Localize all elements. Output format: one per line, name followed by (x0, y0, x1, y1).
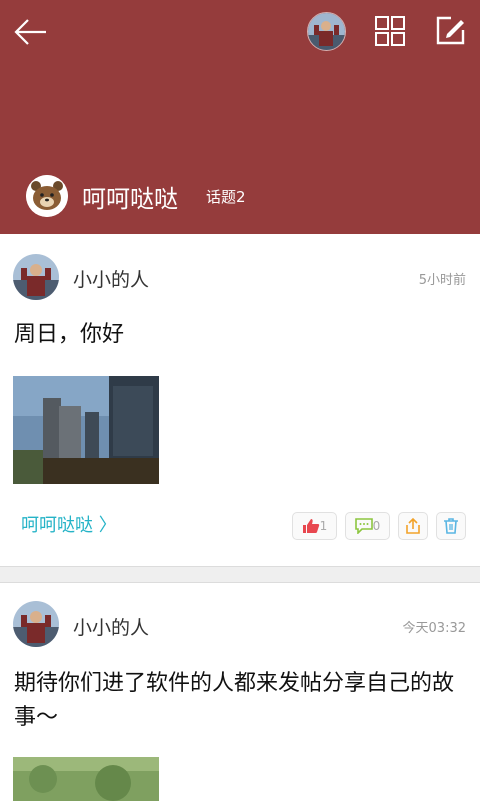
post-photo[interactable] (13, 376, 159, 484)
back-arrow-icon[interactable] (10, 14, 50, 50)
delete-button[interactable] (436, 512, 466, 540)
grid-icon[interactable] (373, 14, 407, 48)
group-tag-link[interactable]: 呵呵哒哒 〉 (21, 511, 117, 537)
topic-count: 话题2 (206, 187, 246, 206)
group-info: 呵呵哒哒 话题2 (26, 174, 246, 218)
comment-count: 0 (372, 519, 381, 533)
post-card[interactable]: 小小的人 5小时前 周日，你好 呵呵哒哒 〉 1 0 (0, 234, 480, 567)
post-username[interactable]: 小小的人 (73, 265, 149, 292)
post-avatar[interactable] (13, 254, 59, 300)
comment-icon (354, 518, 373, 534)
share-button[interactable] (398, 512, 428, 540)
thumbs-up-icon (302, 519, 319, 533)
post-text: 期待你们进了软件的人都来发帖分享自己的故事～ (14, 671, 455, 730)
group-bear-avatar (26, 175, 68, 217)
post-avatar[interactable] (13, 601, 59, 647)
post-photo[interactable] (13, 757, 159, 801)
like-count: 1 (319, 519, 328, 533)
group-header: 呵呵哒哒 话题2 (0, 0, 480, 234)
post-time: 5小时前 (418, 273, 466, 288)
post-time: 今天03:32 (402, 621, 466, 636)
edit-icon[interactable] (433, 14, 467, 48)
group-name: 呵呵哒哒 (82, 184, 178, 213)
user-avatar[interactable] (307, 12, 346, 51)
post-username[interactable]: 小小的人 (73, 613, 149, 640)
like-button[interactable]: 1 (292, 512, 337, 540)
comment-button[interactable]: 0 (345, 512, 390, 540)
post-text: 周日，你好 (14, 322, 125, 347)
share-icon (406, 517, 420, 534)
trash-icon (444, 518, 458, 534)
post-card[interactable]: 小小的人 今天03:32 期待你们进了软件的人都来发帖分享自己的故事～ (0, 582, 480, 801)
post-actions: 1 0 (292, 512, 466, 540)
